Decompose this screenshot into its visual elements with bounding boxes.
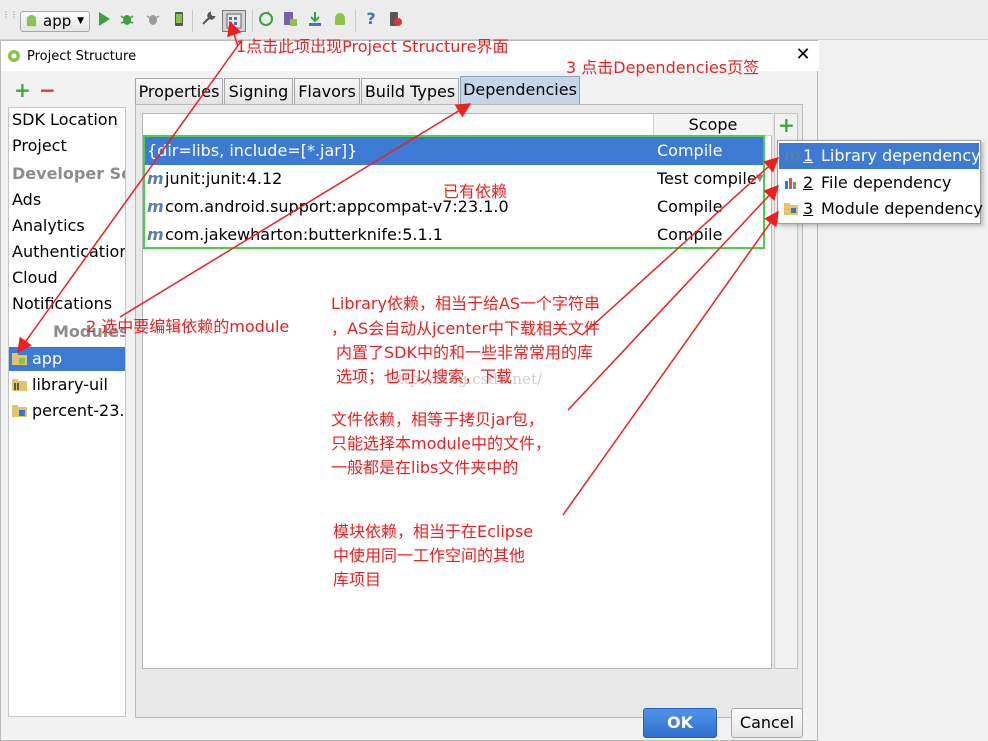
help-icon[interactable]: ? [363, 11, 379, 27]
dependency-scope[interactable]: Compile [657, 137, 722, 165]
module-label: percent-23.1.1 [32, 401, 125, 420]
settings-sidebar: SDK Location Project Developer Services … [8, 107, 126, 717]
table-row[interactable]: {dir=libs, include=[*.jar]} Compile [145, 137, 765, 165]
sidebar-item-authentication[interactable]: Authentication [12, 241, 125, 263]
annotation-library-line-4: 选项；也可以搜索，下载 [336, 367, 513, 386]
module-dependency-icon [784, 203, 798, 215]
annotation-step-2: 2 选中要编辑依赖的module [86, 317, 290, 336]
sidebar-header-developer-services: Developer Services [12, 164, 125, 183]
menu-item-file-dependency[interactable]: 2 File dependency [779, 170, 979, 196]
device-monitor-icon[interactable] [282, 11, 298, 27]
sidebar-module-library-uil[interactable]: library-uil [9, 373, 125, 397]
menu-item-label: Module dependency [821, 199, 983, 218]
library-module-icon [12, 379, 27, 391]
annotation-existing-deps: 已有依赖 [443, 182, 508, 201]
run-config-dropdown[interactable]: app ▼ [20, 11, 90, 32]
add-dependency-menu: m 1 Library dependency 2 File dependency… [777, 140, 983, 224]
annotation-library-line-2: ，AS会自动从jcenter中下载相关文件 [331, 319, 601, 338]
dependency-scope[interactable]: Test compile [657, 165, 757, 193]
project-structure-dialog: Project Structure ✕ + − SDK Location Pro… [0, 40, 983, 741]
maven-icon: m [147, 197, 164, 216]
sidebar-module-percent[interactable]: percent-23.1.1 [9, 399, 125, 423]
avd-icon[interactable] [171, 11, 187, 27]
maven-icon: m [147, 225, 164, 244]
annotation-module-line-1: 模块依赖，相当于在Eclipse [333, 522, 534, 541]
toolbar-separator [192, 10, 193, 32]
sidebar-item-project[interactable]: Project [12, 135, 67, 157]
annotation-module-line-3: 库项目 [333, 570, 382, 589]
annotation-module-line-2: 中使用同一工作空间的其他 [333, 546, 526, 565]
tab-signing[interactable]: Signing [224, 78, 293, 104]
attach-debugger-icon[interactable] [145, 11, 161, 27]
cancel-button[interactable]: Cancel [731, 708, 803, 738]
dependency-name: com.jakewharton:butterknife:5.1.1 [165, 225, 443, 244]
annotation-file-line-2: 只能选择本module中的文件， [331, 434, 551, 453]
stop-icon[interactable] [387, 11, 403, 27]
annotation-step-3: 3 点击Dependencies页签 [566, 58, 760, 77]
remove-icon[interactable]: − [39, 80, 56, 100]
menu-item-module-dependency[interactable]: 3 Module dependency [779, 196, 983, 222]
menu-item-library-dependency[interactable]: m 1 Library dependency [779, 143, 981, 169]
menu-item-number: 1 [803, 146, 814, 165]
android-studio-icon [8, 50, 20, 62]
sidebar-item-ads[interactable]: Ads [12, 189, 41, 211]
toolbar-grip-icon: ⋮⋮ [2, 10, 18, 19]
menu-item-number: 2 [803, 173, 814, 192]
maven-icon: m [784, 146, 801, 165]
menu-item-number: 3 [803, 199, 814, 218]
module-folder-icon [12, 353, 27, 365]
sidebar-item-cloud[interactable]: Cloud [12, 267, 58, 289]
dependency-scope[interactable]: Compile [657, 193, 722, 221]
android-icon [26, 14, 37, 27]
tab-flavors[interactable]: Flavors [294, 78, 360, 104]
download-icon[interactable] [307, 11, 323, 27]
scope-column-header[interactable]: Scope [653, 114, 772, 136]
sidebar-item-sdk-location[interactable]: SDK Location [12, 109, 118, 131]
project-structure-icon [226, 13, 242, 29]
chevron-down-icon: ▼ [77, 16, 84, 26]
sidebar-module-app[interactable]: app [9, 347, 125, 371]
add-icon[interactable]: + [14, 80, 31, 100]
dependency-name: {dir=libs, include=[*.jar]} [147, 141, 358, 160]
annotation-file-line-3: 一般都是在libs文件夹中的 [331, 458, 519, 477]
gradle-sync-icon[interactable] [258, 11, 274, 27]
sidebar-item-analytics[interactable]: Analytics [12, 215, 85, 237]
toolbar-separator [252, 10, 253, 32]
add-dependency-icon[interactable]: + [778, 115, 795, 135]
menu-item-label: File dependency [821, 173, 952, 192]
debug-icon[interactable] [119, 11, 135, 27]
tab-dependencies[interactable]: Dependencies [460, 76, 580, 104]
run-config-label: app [43, 12, 72, 30]
dependency-name: junit:junit:4.12 [165, 169, 283, 188]
tab-properties[interactable]: Properties [135, 78, 223, 104]
dependency-scope[interactable]: Compile [657, 221, 722, 249]
module-label: library-uil [32, 375, 108, 394]
annotation-step-1: 1点击此项出现Project Structure界面 [236, 37, 509, 56]
module-label: app [32, 349, 63, 368]
annotation-file-line-1: 文件依赖，相等于拷贝jar包， [331, 410, 544, 429]
annotation-library-line-1: Library依赖，相当于给AS一个字符串 [331, 294, 601, 313]
panel-splitter[interactable] [127, 107, 133, 717]
ide-toolbar: ⋮⋮ app ▼ ? [0, 0, 988, 40]
annotation-library-line-3: 内置了SDK中的和一些非常常用的库 [336, 343, 593, 362]
table-row[interactable]: m com.jakewharton:butterknife:5.1.1 Comp… [145, 221, 765, 249]
android-icon[interactable] [332, 11, 348, 27]
maven-icon: m [147, 169, 164, 188]
menu-item-label: Library dependency [821, 146, 981, 165]
project-structure-button[interactable] [222, 10, 246, 32]
module-folder-icon [12, 405, 27, 417]
toolbar-separator [355, 10, 356, 32]
run-icon[interactable] [96, 11, 112, 27]
dialog-title: Project Structure [27, 49, 137, 64]
settings-wrench-icon[interactable] [200, 11, 216, 27]
tab-build-types[interactable]: Build Types [361, 78, 459, 104]
close-icon[interactable]: ✕ [793, 45, 813, 65]
chevron-down-icon[interactable]: ▼ [756, 165, 764, 193]
sidebar-item-notifications[interactable]: Notifications [12, 293, 112, 315]
ok-button[interactable]: OK [643, 708, 717, 738]
file-dependency-icon [785, 178, 796, 189]
